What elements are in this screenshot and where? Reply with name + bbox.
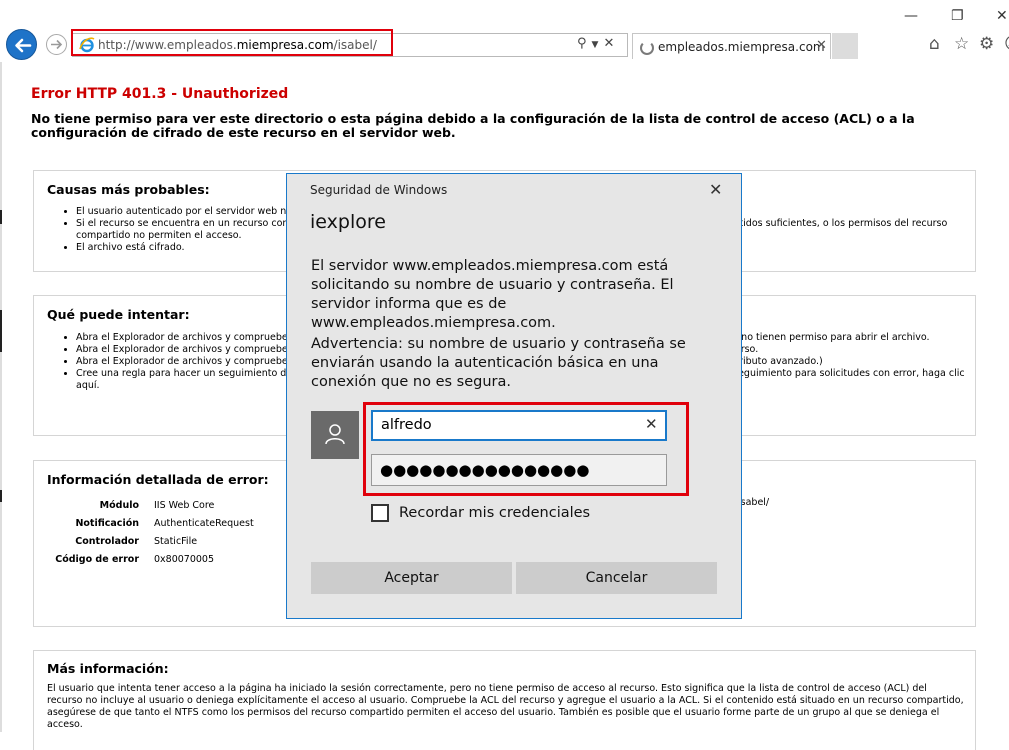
table-row: Notificación AuthenticateRequest [47,515,254,533]
detail-value: StaticFile [154,536,198,547]
error-description: No tiene permiso para ver este directori… [31,111,915,140]
address-tools: ⚲ ▼ ✕ [577,36,619,51]
detail-key: Notificación [75,518,139,529]
dialog-message: El servidor www.empleados.miempresa.com … [311,258,674,331]
star-icon[interactable]: ☆ [954,34,979,54]
back-button[interactable] [6,29,37,60]
edge-mark [0,490,2,502]
remember-checkbox[interactable] [371,504,389,522]
user-icon [325,424,345,445]
dialog-warning: Advertencia: su nombre de usuario y cont… [311,336,686,390]
detail-url-fragment: isabel/ [738,497,770,508]
forward-button[interactable] [46,34,67,55]
browser-chrome: http://www.empleados.miempresa.com/isabe… [0,0,1009,62]
loading-spinner-icon [640,41,654,55]
more-info-box: Más información: El usuario que intenta … [33,650,976,750]
dropdown-arrow-icon[interactable]: ▼ [592,40,599,50]
credentials-highlight [363,402,689,496]
address-highlight [71,29,393,56]
ok-button[interactable]: Aceptar [311,562,512,594]
dialog-app-name: iexplore [310,211,386,233]
minimize-button[interactable]: — [904,8,918,24]
detail-value: IIS Web Core [154,500,215,511]
detail-key: Controlador [75,536,139,547]
tab-title: empleados.miempresa.com [658,40,825,54]
remember-label[interactable]: Recordar mis credenciales [399,505,590,521]
left-edge [0,62,2,732]
dialog-caption: Seguridad de Windows [310,183,448,197]
arrow-left-icon [15,38,32,53]
detail-value: AuthenticateRequest [154,518,254,529]
details-heading: Información detallada de error: [47,472,269,487]
detail-key: Módulo [99,500,139,511]
actions-heading: Qué puede intentar: [47,307,190,322]
edge-mark [0,310,2,352]
restore-button[interactable]: ❐ [951,8,964,24]
gear-icon[interactable]: ⚙ [979,34,1004,54]
cancel-button[interactable]: Cancelar [516,562,717,594]
command-icons: ⌂☆⚙☺ [929,34,1009,54]
windows-security-dialog: Seguridad de Windows ✕ iexplore El servi… [286,173,742,619]
more-info-text: El usuario que intenta tener acceso a la… [47,683,964,730]
smiley-icon[interactable]: ☺ [1004,34,1009,54]
close-window-button[interactable]: ✕ [996,8,1008,24]
table-row: Módulo IIS Web Core [47,497,254,515]
table-row: Código de error 0x80070005 [47,551,254,569]
tab-close-icon[interactable]: ✕ [816,38,827,53]
error-title: Error HTTP 401.3 - Unauthorized [31,86,289,102]
new-tab-button[interactable] [832,33,858,59]
table-row: Controlador StaticFile [47,533,254,551]
details-table: Módulo IIS Web Core Notificación Authentic… [47,497,254,569]
more-info-heading: Más información: [47,661,169,676]
stop-icon[interactable]: ✕ [603,36,614,51]
browser-tab[interactable]: empleados.miempresa.com ✕ [632,33,831,59]
home-icon[interactable]: ⌂ [929,34,954,54]
search-icon[interactable]: ⚲ [577,36,587,51]
detail-key: Código de error [55,554,139,565]
arrow-right-icon [51,39,63,50]
edge-mark [0,210,2,224]
causes-heading: Causas más probables: [47,182,210,197]
detail-value: 0x80070005 [154,554,215,565]
avatar [311,411,359,459]
dialog-close-icon[interactable]: ✕ [709,180,722,199]
